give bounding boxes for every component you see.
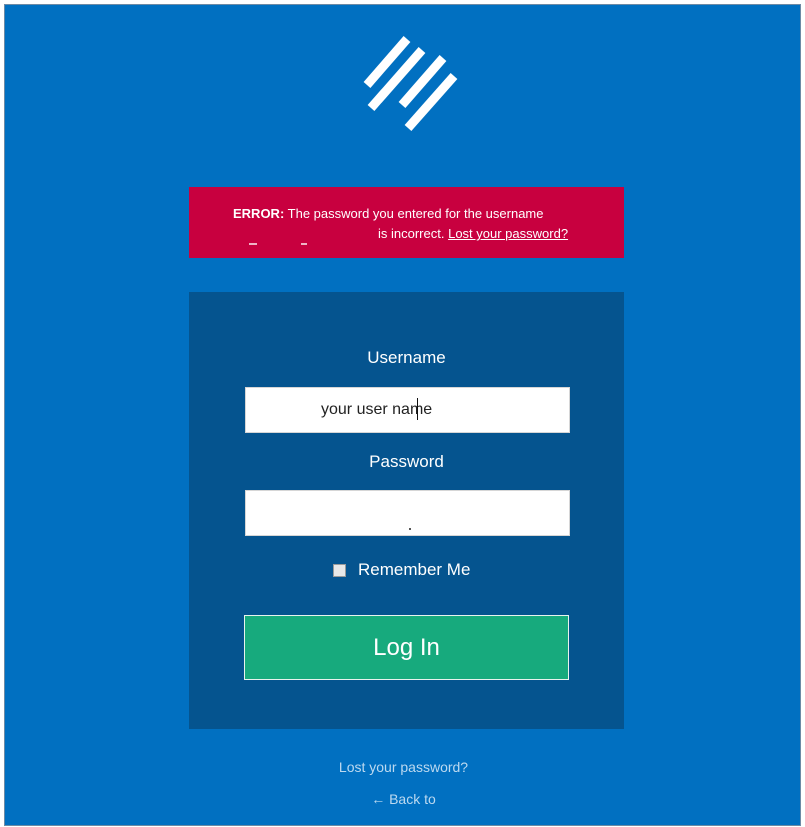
redacted-username — [249, 243, 257, 245]
error-message-text: The password you entered for the usernam… — [287, 206, 544, 221]
error-lost-password-link[interactable]: Lost your password? — [448, 226, 568, 241]
remember-me-label[interactable]: Remember Me — [358, 560, 470, 580]
login-page: ERROR: The password you entered for the … — [4, 4, 801, 826]
password-input[interactable] — [245, 490, 570, 536]
remember-me-checkbox[interactable] — [333, 563, 346, 577]
redacted-username — [301, 243, 307, 245]
remember-me-row: Remember Me — [333, 558, 470, 582]
site-logo-icon — [363, 36, 458, 131]
error-message-line2: is incorrect. Lost your password? — [378, 224, 568, 244]
login-button[interactable]: Log In — [244, 615, 569, 680]
error-message-line1: ERROR: The password you entered for the … — [233, 204, 543, 224]
error-banner: ERROR: The password you entered for the … — [189, 187, 624, 258]
error-message-text: is incorrect. — [378, 226, 445, 241]
lost-password-link[interactable]: Lost your password? — [5, 759, 802, 775]
logo-stripe — [367, 47, 426, 111]
username-input[interactable] — [245, 387, 570, 433]
login-form: Username Password Remember Me Log In — [189, 292, 624, 729]
username-label: Username — [367, 348, 446, 367]
text-cursor — [417, 398, 418, 420]
password-mask-dot — [409, 528, 411, 530]
error-label: ERROR: — [233, 206, 285, 221]
back-to-site-link[interactable]: ← Back to — [5, 791, 802, 807]
password-label: Password — [369, 452, 444, 471]
